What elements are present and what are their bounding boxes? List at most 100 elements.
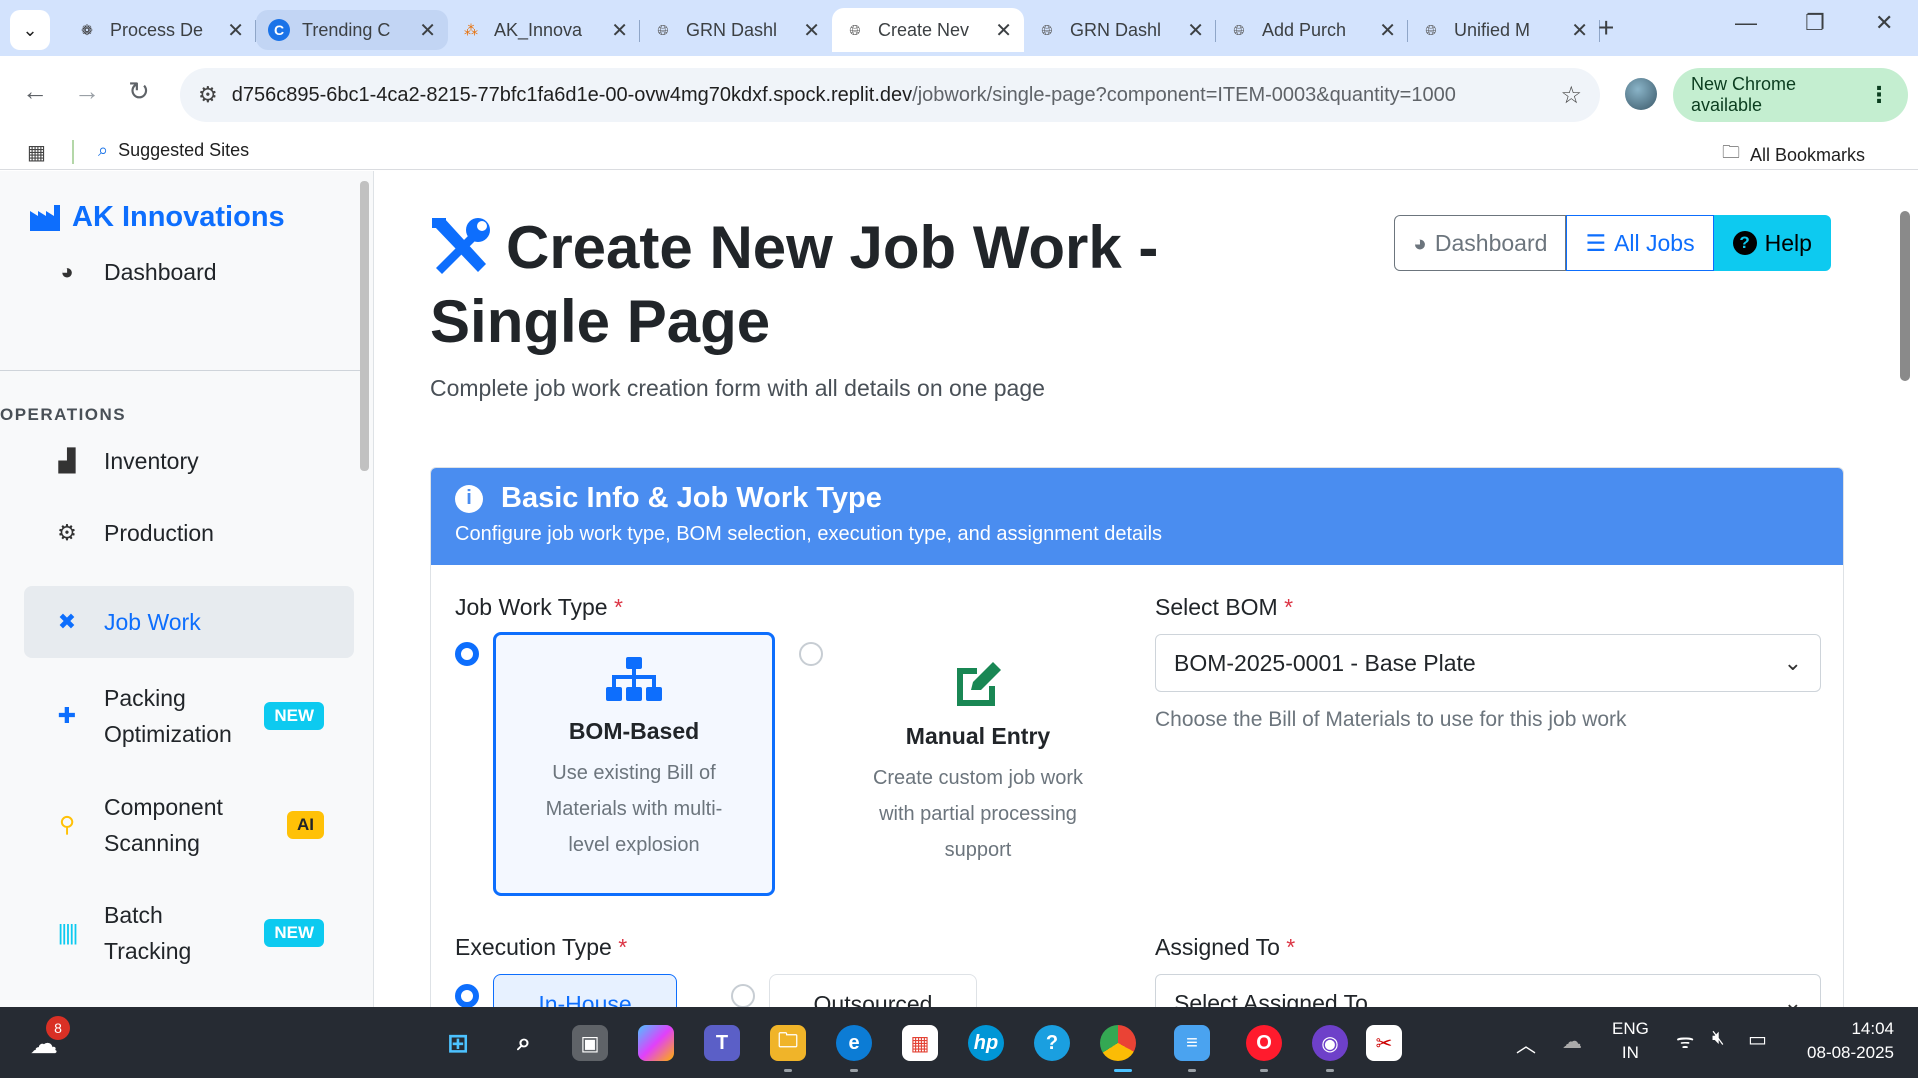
browser-tab[interactable]: ❁ Process De ✕ <box>64 8 256 52</box>
file-explorer-icon[interactable]: 🗀 <box>770 1025 806 1061</box>
bookmark-star-icon[interactable]: ☆ <box>1560 81 1582 110</box>
select-bom-dropdown[interactable]: BOM-2025-0001 - Base Plate ⌄ <box>1155 634 1821 692</box>
opera-icon[interactable]: O <box>1246 1025 1282 1061</box>
more-menu-icon[interactable]: ⋮ <box>1868 82 1890 108</box>
dashboard-button[interactable]: ◕ Dashboard <box>1394 215 1567 271</box>
brand-logo[interactable]: AK Innovations <box>30 201 285 234</box>
reload-icon[interactable]: ↻ <box>128 76 150 107</box>
new-badge: NEW <box>264 919 324 947</box>
forward-icon[interactable]: → <box>74 76 100 107</box>
in-house-radio[interactable] <box>455 984 479 1007</box>
restore-icon[interactable]: ❐ <box>1805 10 1825 36</box>
running-indicator <box>850 1069 858 1072</box>
close-tab-icon[interactable]: ✕ <box>611 18 628 43</box>
in-house-option[interactable]: In-House <box>493 974 677 1007</box>
apps-grid-icon[interactable]: ▦ <box>27 140 46 165</box>
teams-icon[interactable]: T <box>704 1025 740 1061</box>
assigned-to-label: Assigned To * <box>1155 934 1296 960</box>
onedrive-icon[interactable]: ☁ <box>1562 1029 1582 1054</box>
notepad-icon[interactable]: ≡ <box>1174 1025 1210 1061</box>
site-info-icon[interactable]: ⚙︎ <box>198 82 218 108</box>
browser-tab-active[interactable]: 🌐︎ Create Nev ✕ <box>832 8 1024 52</box>
bookmarks-divider <box>72 140 74 164</box>
running-indicator <box>1260 1069 1268 1072</box>
close-tab-icon[interactable]: ✕ <box>419 18 436 43</box>
back-icon[interactable]: ← <box>22 76 48 107</box>
running-indicator <box>1188 1069 1196 1072</box>
browser-tab[interactable]: ⁂ AK_Innova ✕ <box>448 8 640 52</box>
chrome-icon[interactable] <box>1100 1025 1136 1061</box>
globe-icon: 🌐︎ <box>1041 21 1053 38</box>
sidebar-item-dashboard[interactable]: ◕ Dashboard <box>24 246 354 298</box>
task-view-icon[interactable]: ▣ <box>572 1025 608 1061</box>
close-tab-icon[interactable]: ✕ <box>803 18 820 43</box>
sidebar-item-batch-tracking[interactable]: ||||| Batch Tracking NEW <box>24 893 354 973</box>
close-tab-icon[interactable]: ✕ <box>227 18 244 43</box>
search-icon[interactable]: ⌕ <box>506 1025 542 1061</box>
page-scrollbar-thumb[interactable] <box>1900 211 1910 381</box>
outsourced-option[interactable]: Outsourced <box>769 974 977 1007</box>
globe-icon: 🌐︎ <box>849 21 861 38</box>
snipping-tool-icon[interactable]: ✂ <box>1366 1025 1402 1061</box>
outsourced-radio[interactable] <box>731 984 755 1007</box>
sidebar-item-packing-optimization[interactable]: ✚ Packing Optimization NEW <box>24 676 354 756</box>
assigned-to-dropdown[interactable]: Select Assigned To ⌄ <box>1155 974 1821 1007</box>
new-tab-button[interactable]: + <box>1598 12 1614 44</box>
url-host: d756c895-6bc1-4ca2-8215-77bfc1fa6d1e-00-… <box>231 83 913 106</box>
help-button[interactable]: ? Help <box>1713 215 1831 271</box>
factory-icon <box>30 204 60 231</box>
close-tab-icon[interactable]: ✕ <box>995 18 1012 43</box>
header-button-group: ◕ Dashboard ☰ All Jobs ? Help <box>1394 215 1831 271</box>
sidebar-item-production[interactable]: ⚙ Production <box>24 507 354 559</box>
close-tab-icon[interactable]: ✕ <box>1379 18 1396 43</box>
hp-icon[interactable]: hp <box>968 1025 1004 1061</box>
gauge-icon: ◕ <box>60 259 74 284</box>
all-jobs-button[interactable]: ☰ All Jobs <box>1566 215 1714 271</box>
globe-icon: 🌐︎ <box>1425 21 1437 38</box>
bom-based-title: BOM-Based <box>568 718 700 744</box>
browser-tab[interactable]: 🌐︎ Unified M ✕ <box>1408 8 1600 52</box>
bookmark-suggested-sites[interactable]: ⌕ Suggested Sites <box>98 140 249 161</box>
speaker-muted-icon[interactable]: 🔇︎ <box>1712 1027 1725 1050</box>
tray-overflow-icon[interactable]: ︿ <box>1516 1029 1536 1058</box>
copilot-icon[interactable] <box>638 1025 674 1061</box>
c-logo-icon: C <box>268 19 290 41</box>
clock[interactable]: 14:04 08-08-2025 <box>1794 1019 1894 1063</box>
close-tab-icon[interactable]: ✕ <box>1187 18 1204 43</box>
github-icon[interactable]: ◉ <box>1312 1025 1348 1061</box>
job-work-type-label: Job Work Type * <box>455 594 623 620</box>
bom-based-radio[interactable] <box>455 642 479 666</box>
minimize-icon[interactable]: — <box>1735 10 1757 36</box>
close-window-icon[interactable]: ✕ <box>1875 10 1893 36</box>
sidebar-item-job-work[interactable]: ✖ Job Work <box>24 586 354 658</box>
puzzle-icon: ✚ <box>57 703 77 728</box>
weather-badge: 8 <box>46 1016 70 1040</box>
help-app-icon[interactable]: ? <box>1034 1025 1070 1061</box>
sidebar-item-component-scanning[interactable]: ⚲ Component Scanning AI <box>24 785 354 865</box>
card-header: i Basic Info & Job Work Type Configure j… <box>431 468 1843 565</box>
profile-avatar[interactable] <box>1625 78 1657 110</box>
browser-tab[interactable]: 🌐︎ GRN Dashl ✕ <box>640 8 832 52</box>
store-icon[interactable]: ▦ <box>902 1025 938 1061</box>
windows-start-icon[interactable]: ⊞ <box>440 1025 476 1061</box>
wifi-icon[interactable]: ᯤ <box>1676 1027 1694 1054</box>
manual-entry-radio[interactable] <box>799 642 823 666</box>
browser-tab[interactable]: C Trending C ✕ <box>256 10 448 50</box>
address-bar[interactable]: ⚙︎ d756c895-6bc1-4ca2-8215-77bfc1fa6d1e-… <box>180 68 1600 122</box>
chrome-update-button[interactable]: New Chrome available ⋮ <box>1673 68 1908 122</box>
all-bookmarks-button[interactable]: 🗀 All Bookmarks <box>1722 140 1865 170</box>
edge-icon[interactable]: e <box>836 1025 872 1061</box>
close-tab-icon[interactable]: ✕ <box>1571 18 1588 43</box>
manual-entry-option[interactable]: Manual Entry Create custom job work with… <box>837 632 1119 896</box>
execution-type-label: Execution Type * <box>455 934 628 960</box>
browser-tab[interactable]: 🌐︎ GRN Dashl ✕ <box>1024 8 1216 52</box>
language-indicator[interactable]: ENG IN <box>1612 1019 1649 1063</box>
sidebar-item-inventory[interactable]: ▟ Inventory <box>24 435 354 487</box>
tab-search-button[interactable]: ⌄ <box>10 10 50 50</box>
sidebar-scrollbar[interactable] <box>360 181 369 471</box>
bom-based-option[interactable]: BOM-Based Use existing Bill of Materials… <box>493 632 775 896</box>
globe-icon: 🌐︎ <box>1233 21 1245 38</box>
running-indicator <box>784 1069 792 1072</box>
browser-tab[interactable]: 🌐︎ Add Purch ✕ <box>1216 8 1408 52</box>
battery-icon[interactable]: ▭ <box>1748 1027 1767 1052</box>
